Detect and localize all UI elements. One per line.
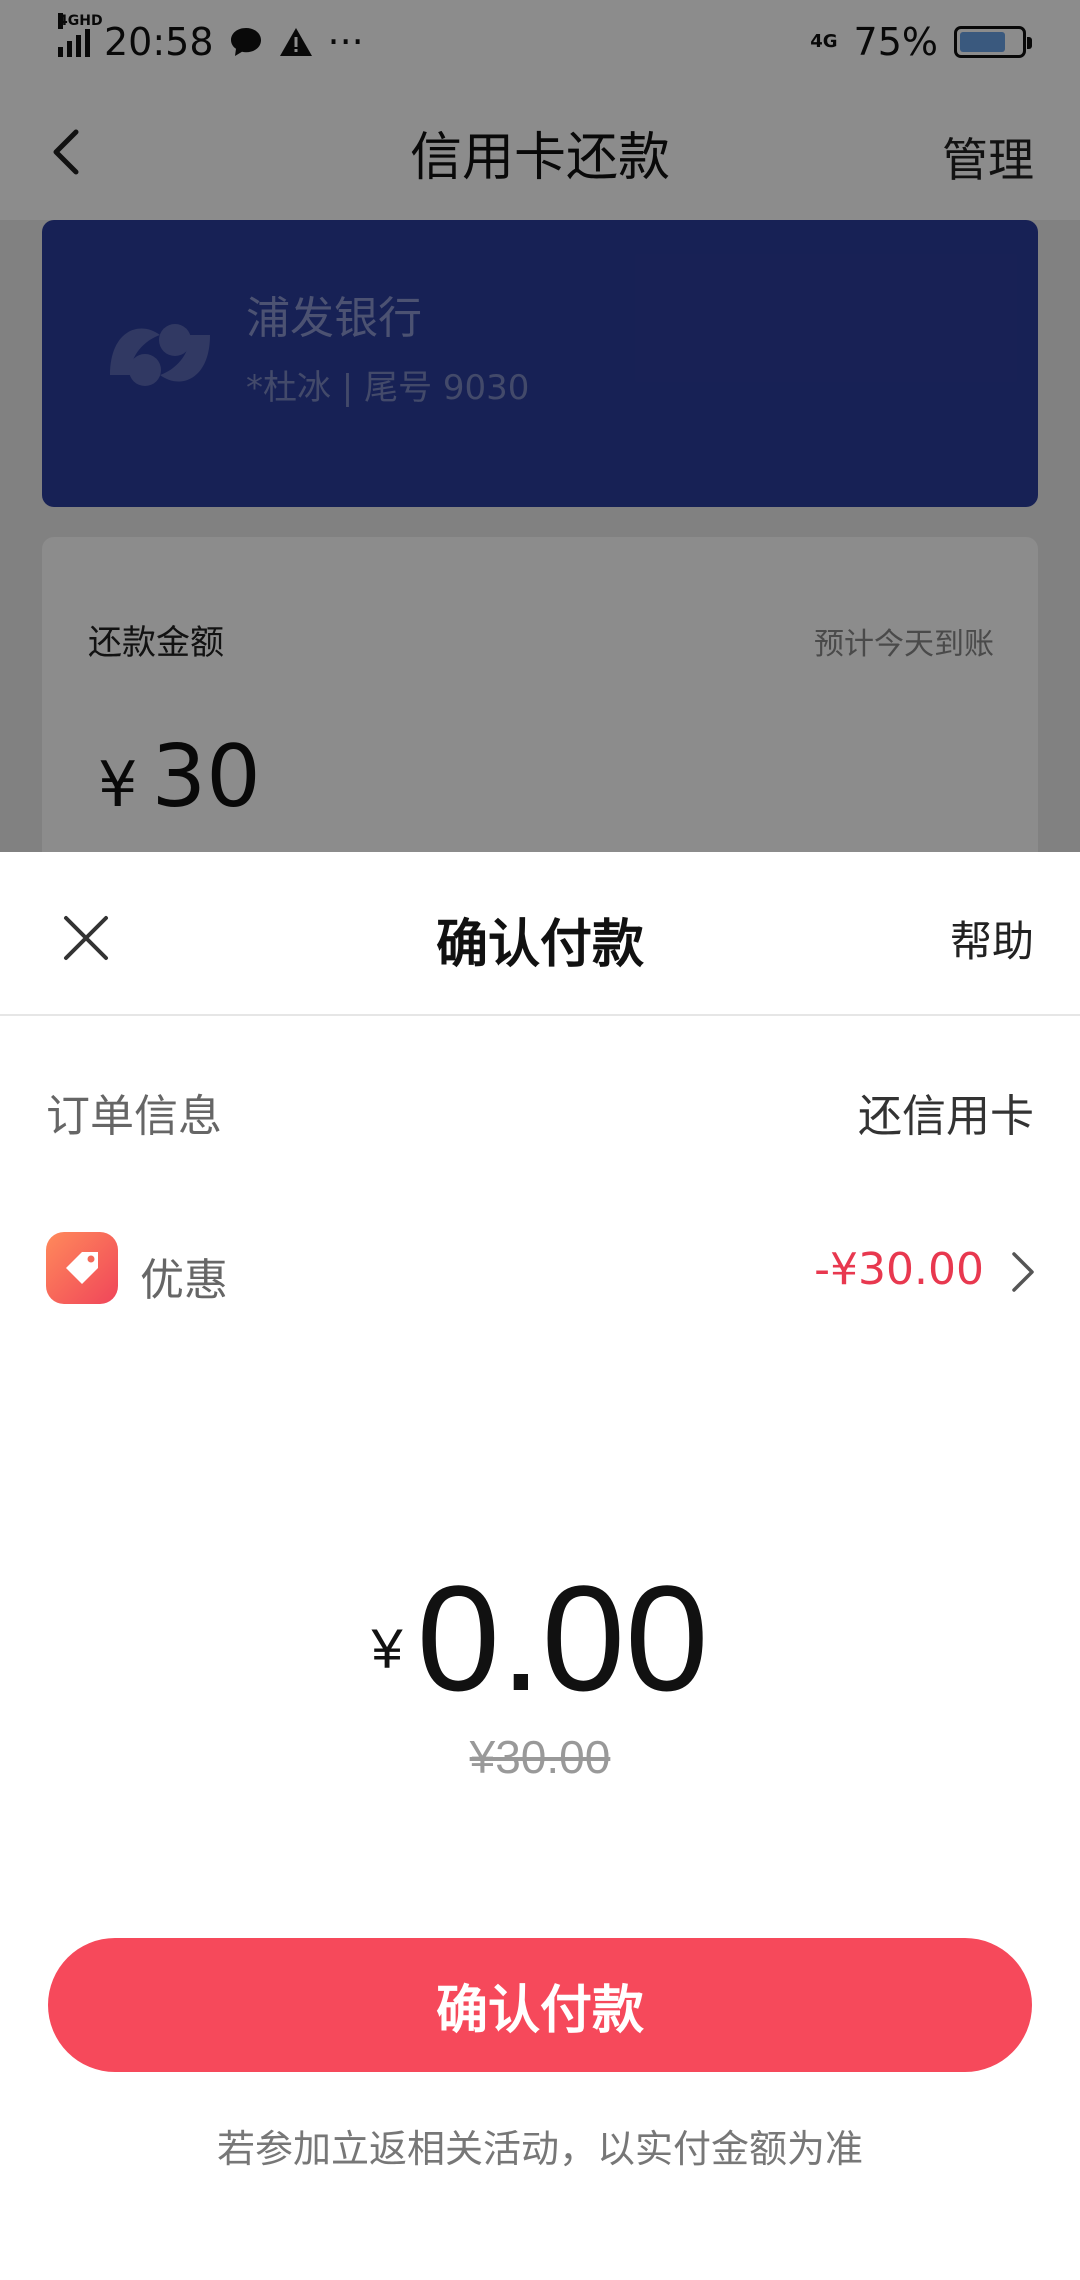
footnote: 若参加立返相关活动，以实付金额为准 <box>216 2127 863 2171</box>
order-info-row: 订单信息 还信用卡 <box>0 1070 1080 1150</box>
help-button[interactable]: 帮助 <box>950 908 1034 969</box>
chevron-right-icon <box>1012 1252 1034 1292</box>
discount-value: -¥30.00 <box>814 1244 984 1295</box>
order-info-label: 订单信息 <box>46 1091 222 1142</box>
order-info-value: 还信用卡 <box>858 1091 1034 1142</box>
discount-label: 优惠 <box>140 1255 228 1306</box>
discount-row[interactable]: 优惠 -¥30.00 <box>0 1222 1080 1332</box>
confirm-payment-button[interactable]: 确认付款 <box>48 1938 1032 2072</box>
sheet-header: 确认付款 帮助 <box>0 852 1080 1016</box>
total-block: ¥0.00 ¥30.00 <box>0 1552 1080 1792</box>
total-amount: ¥0.00 <box>0 1552 1080 1725</box>
coupon-tag-icon <box>46 1232 118 1304</box>
confirm-payment-sheet: 确认付款 帮助 订单信息 还信用卡 优惠 -¥30.00 ¥0.00 ¥30.0… <box>0 852 1080 2280</box>
original-amount: ¥30.00 <box>469 1731 611 1783</box>
total-currency: ¥ <box>371 1617 403 1680</box>
total-amount-value: 0.00 <box>416 1554 709 1722</box>
sheet-title: 确认付款 <box>435 915 644 975</box>
